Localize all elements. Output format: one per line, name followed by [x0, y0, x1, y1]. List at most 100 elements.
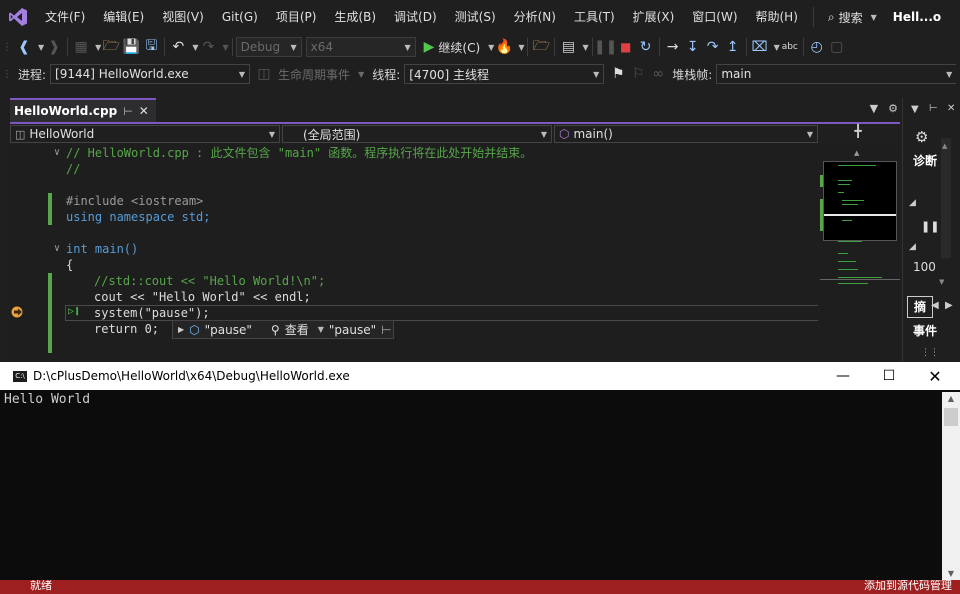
minimap-viewport[interactable]: [823, 161, 897, 241]
gear-icon[interactable]: ⚙: [915, 128, 928, 146]
configuration-select[interactable]: Debug ▼: [235, 37, 302, 57]
continue-button[interactable]: 继续(C): [434, 39, 484, 56]
menu-help[interactable]: 帮助(H): [747, 0, 807, 34]
chevron-down-icon[interactable]: ▼: [358, 70, 364, 79]
tab-helloworld-cpp[interactable]: HelloWorld.cpp ⊢ ✕: [10, 98, 156, 122]
panel-scrollbar[interactable]: ▲: [941, 138, 951, 258]
menu-file[interactable]: 文件(F): [36, 0, 94, 34]
pause-icon[interactable]: ❚❚: [921, 220, 939, 233]
navigate-back-icon[interactable]: ❰: [14, 36, 34, 58]
chevron-down-icon[interactable]: ▼: [518, 43, 524, 52]
code-editor[interactable]: ∨ // HelloWorld.cpp : 此文件包含 "main" 函数。程序…: [10, 145, 818, 362]
pause-icon[interactable]: ❚❚: [594, 36, 617, 58]
console-title-bar[interactable]: C:\ D:\cPlusDemo\HelloWorld\x64\Debug\He…: [0, 362, 960, 390]
parallel-watch-icon[interactable]: ∞: [648, 63, 668, 85]
maximize-button[interactable]: ☐: [866, 362, 912, 390]
folder-icon[interactable]: 🗁: [531, 36, 551, 58]
menu-test[interactable]: 测试(S): [446, 0, 505, 34]
menu-extensions[interactable]: 扩展(X): [624, 0, 684, 34]
save-icon[interactable]: 💾: [121, 36, 141, 58]
scroll-up-icon[interactable]: ▲: [942, 142, 947, 150]
save-all-icon[interactable]: 🖫: [141, 36, 161, 58]
new-project-icon[interactable]: ▦: [71, 36, 91, 58]
menu-project[interactable]: 项目(P): [267, 0, 326, 34]
expand-arrow-icon[interactable]: ◢: [909, 198, 916, 208]
show-next-statement-icon[interactable]: →: [663, 36, 683, 58]
expand-arrow-icon[interactable]: ◢: [909, 242, 916, 252]
scroll-up-icon[interactable]: ▲: [942, 394, 960, 403]
hex-display-icon[interactable]: ⌧: [750, 36, 770, 58]
view-button[interactable]: 查看: [285, 321, 309, 338]
stop-icon[interactable]: ■: [616, 36, 636, 58]
expand-arrow-icon[interactable]: ▶: [178, 325, 184, 334]
restart-icon[interactable]: ↻: [636, 36, 656, 58]
lifecycle-events-button[interactable]: 生命周期事件: [274, 66, 354, 83]
scroll-up-icon[interactable]: ▲: [854, 149, 859, 157]
layout-icon[interactable]: ▤: [558, 36, 578, 58]
chevron-down-icon[interactable]: ▼: [222, 43, 228, 52]
flag-thread-icon[interactable]: ⚑: [608, 63, 628, 85]
menu-debug[interactable]: 调试(D): [385, 0, 446, 34]
scroll-left-icon[interactable]: ◀: [931, 300, 939, 311]
thread-select[interactable]: [4700] 主线程 ▼: [404, 64, 605, 84]
pin-icon[interactable]: ⊢: [929, 103, 938, 114]
scroll-right-icon[interactable]: ▶: [945, 300, 953, 311]
chevron-down-icon[interactable]: ▼: [318, 325, 324, 334]
lifecycle-events-icon[interactable]: ◫: [254, 63, 274, 85]
step-over-icon[interactable]: ↷: [703, 36, 723, 58]
minimize-button[interactable]: —: [820, 362, 866, 390]
menu-view[interactable]: 视图(V): [153, 0, 213, 34]
stack-frame-select[interactable]: main ▼: [716, 64, 957, 84]
spell-check-icon[interactable]: abc: [780, 36, 800, 58]
menu-build[interactable]: 生成(B): [325, 0, 385, 34]
close-icon[interactable]: ✕: [947, 103, 955, 114]
menu-edit[interactable]: 编辑(E): [94, 0, 153, 34]
chevron-down-icon[interactable]: ▼: [582, 43, 588, 52]
search-box[interactable]: ⌕ 搜索 ▼: [820, 9, 885, 26]
fold-toggle-icon[interactable]: ∨: [54, 243, 60, 254]
fold-toggle-icon[interactable]: ∨: [54, 147, 60, 158]
tab-list-dropdown-icon[interactable]: ▼: [870, 102, 878, 115]
console-window[interactable]: C:\ D:\cPlusDemo\HelloWorld\x64\Debug\He…: [0, 362, 960, 580]
redo-icon[interactable]: ↷: [198, 36, 218, 58]
comment-icon[interactable]: ◴: [807, 36, 827, 58]
hot-reload-icon[interactable]: 🔥: [494, 36, 514, 58]
tab-summary[interactable]: 摘: [907, 296, 933, 318]
uncomment-icon[interactable]: ▢: [827, 36, 847, 58]
step-into-icon[interactable]: ↧: [683, 36, 703, 58]
add-to-source-control[interactable]: 添加到源代码管理: [864, 580, 952, 593]
platform-select[interactable]: x64 ▼: [305, 37, 416, 57]
continue-play-icon[interactable]: ▶: [424, 39, 435, 55]
navigate-forward-icon[interactable]: ❱: [44, 36, 64, 58]
debug-datatip[interactable]: ▶ ⬡ "pause" ⚲ 查看 ▼ "pause" ⊢: [172, 320, 394, 339]
close-icon[interactable]: ✕: [139, 104, 149, 118]
menu-git[interactable]: Git(G): [213, 0, 267, 34]
undo-icon[interactable]: ↶: [168, 36, 188, 58]
member-select[interactable]: ⬡ main() ▼: [554, 125, 818, 143]
open-folder-icon[interactable]: 🗁: [101, 36, 121, 58]
scroll-down-icon[interactable]: ▼: [942, 569, 960, 578]
pin-icon[interactable]: ⊢: [123, 105, 133, 118]
magnifier-icon[interactable]: ⚲: [271, 323, 280, 337]
step-out-icon[interactable]: ↥: [723, 36, 743, 58]
close-button[interactable]: ✕: [912, 362, 958, 390]
more-icon[interactable]: ⋮⋮: [921, 348, 939, 358]
menu-tools[interactable]: 工具(T): [565, 0, 624, 34]
split-editor-icon[interactable]: ╋: [818, 124, 898, 144]
menu-window[interactable]: 窗口(W): [683, 0, 746, 34]
show-flagged-threads-icon[interactable]: ⚐: [628, 63, 648, 85]
scrollbar-thumb[interactable]: [944, 408, 958, 426]
scope-select[interactable]: (全局范围) ▼: [282, 125, 552, 143]
menu-analyze[interactable]: 分析(N): [505, 0, 565, 34]
run-to-click-icon[interactable]: ▷❙: [68, 306, 80, 317]
process-select[interactable]: [9144] HelloWorld.exe ▼: [50, 64, 251, 84]
dropdown-icon[interactable]: ▼: [911, 104, 919, 115]
scroll-down-icon[interactable]: ▼: [939, 278, 944, 286]
gear-icon[interactable]: ⚙: [888, 102, 898, 115]
pin-icon[interactable]: ⊢: [381, 323, 391, 337]
editor-minimap[interactable]: ▲: [820, 145, 900, 362]
project-select[interactable]: ◫ HelloWorld ▼: [10, 125, 280, 143]
visual-studio-logo-icon[interactable]: [0, 0, 36, 34]
current-statement-breakpoint-icon[interactable]: [11, 306, 25, 318]
console-scrollbar[interactable]: ▲ ▼: [942, 392, 960, 580]
